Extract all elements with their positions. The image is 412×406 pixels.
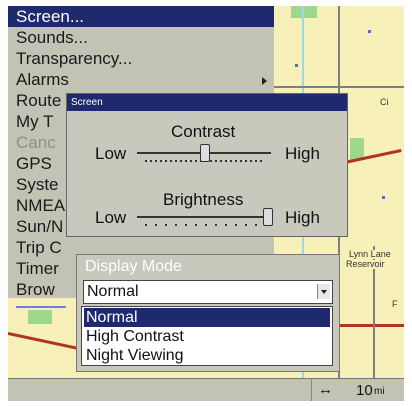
display-mode-panel: Display Mode Normal Normal High Contrast…: [76, 254, 340, 372]
chevron-down-icon[interactable]: [317, 284, 330, 299]
status-bar: ↔ 10 mi: [8, 378, 404, 401]
menu-item-cancel[interactable]: Canc: [16, 133, 56, 153]
menu-item-trip[interactable]: Trip C: [16, 238, 62, 258]
menu-item-sounds[interactable]: Sounds...: [16, 28, 88, 48]
option-normal[interactable]: Normal: [84, 308, 330, 327]
map-park: [291, 6, 317, 18]
display-mode-select[interactable]: Normal: [83, 280, 333, 304]
menu-item-system[interactable]: Syste: [16, 175, 59, 195]
submenu-arrow-icon: [262, 77, 267, 85]
map-road: [8, 332, 77, 350]
contrast-low-label: Low: [95, 144, 127, 163]
map-road: [16, 306, 66, 308]
menu-item-timer[interactable]: Timer: [16, 259, 59, 279]
menu-item-transparency[interactable]: Transparency...: [16, 49, 132, 69]
map-park: [28, 310, 52, 324]
scale-arrows-icon: ↔: [318, 381, 333, 398]
brightness-ticks: [145, 224, 265, 226]
map-label: Lynn Lane: [349, 249, 391, 259]
display-mode-options: Normal High Contrast Night Viewing: [81, 306, 333, 366]
scale-value: 10: [356, 382, 373, 399]
brightness-high-label: High: [285, 208, 320, 227]
menu-item-browse[interactable]: Brow: [16, 280, 55, 300]
menu-item-route[interactable]: Route: [16, 91, 61, 111]
contrast-slider-thumb[interactable]: [200, 144, 210, 162]
map-label: Reservoir: [346, 259, 385, 269]
brightness-low-label: Low: [95, 208, 127, 227]
menu-item-screen[interactable]: Screen...: [16, 7, 84, 27]
display-mode-label: Display Mode: [85, 258, 182, 275]
map-point: [382, 196, 385, 199]
display-mode-value: Normal: [87, 283, 139, 300]
map-point: [295, 64, 298, 67]
menu-item-sun-moon[interactable]: Sun/N: [16, 217, 63, 237]
map-road: [274, 86, 404, 88]
contrast-high-label: High: [285, 144, 320, 163]
menu-item-my-trails[interactable]: My T: [16, 112, 53, 132]
menu-item-nmea[interactable]: NMEA: [16, 196, 65, 216]
gps-screen: Ci Lynn Lane Reservoir F Screen... Sound…: [0, 0, 412, 406]
menu-item-gps[interactable]: GPS: [16, 154, 52, 174]
brightness-slider-thumb[interactable]: [262, 208, 273, 226]
screen-dialog: Screen Contrast Low High Brightness Low …: [66, 93, 348, 237]
option-night-viewing[interactable]: Night Viewing: [84, 346, 330, 365]
map-point: [368, 30, 371, 33]
brightness-slider-track: [137, 216, 271, 218]
contrast-label: Contrast: [171, 122, 236, 141]
map-label: F: [392, 299, 398, 309]
map-scale: ↔ 10 mi: [311, 379, 404, 401]
dialog-title: Screen: [67, 94, 347, 111]
option-high-contrast[interactable]: High Contrast: [84, 327, 330, 346]
brightness-label: Brightness: [163, 190, 244, 209]
map-label: Ci: [380, 97, 389, 107]
scale-unit: mi: [374, 386, 385, 397]
menu-item-alarms[interactable]: Alarms: [16, 70, 69, 90]
